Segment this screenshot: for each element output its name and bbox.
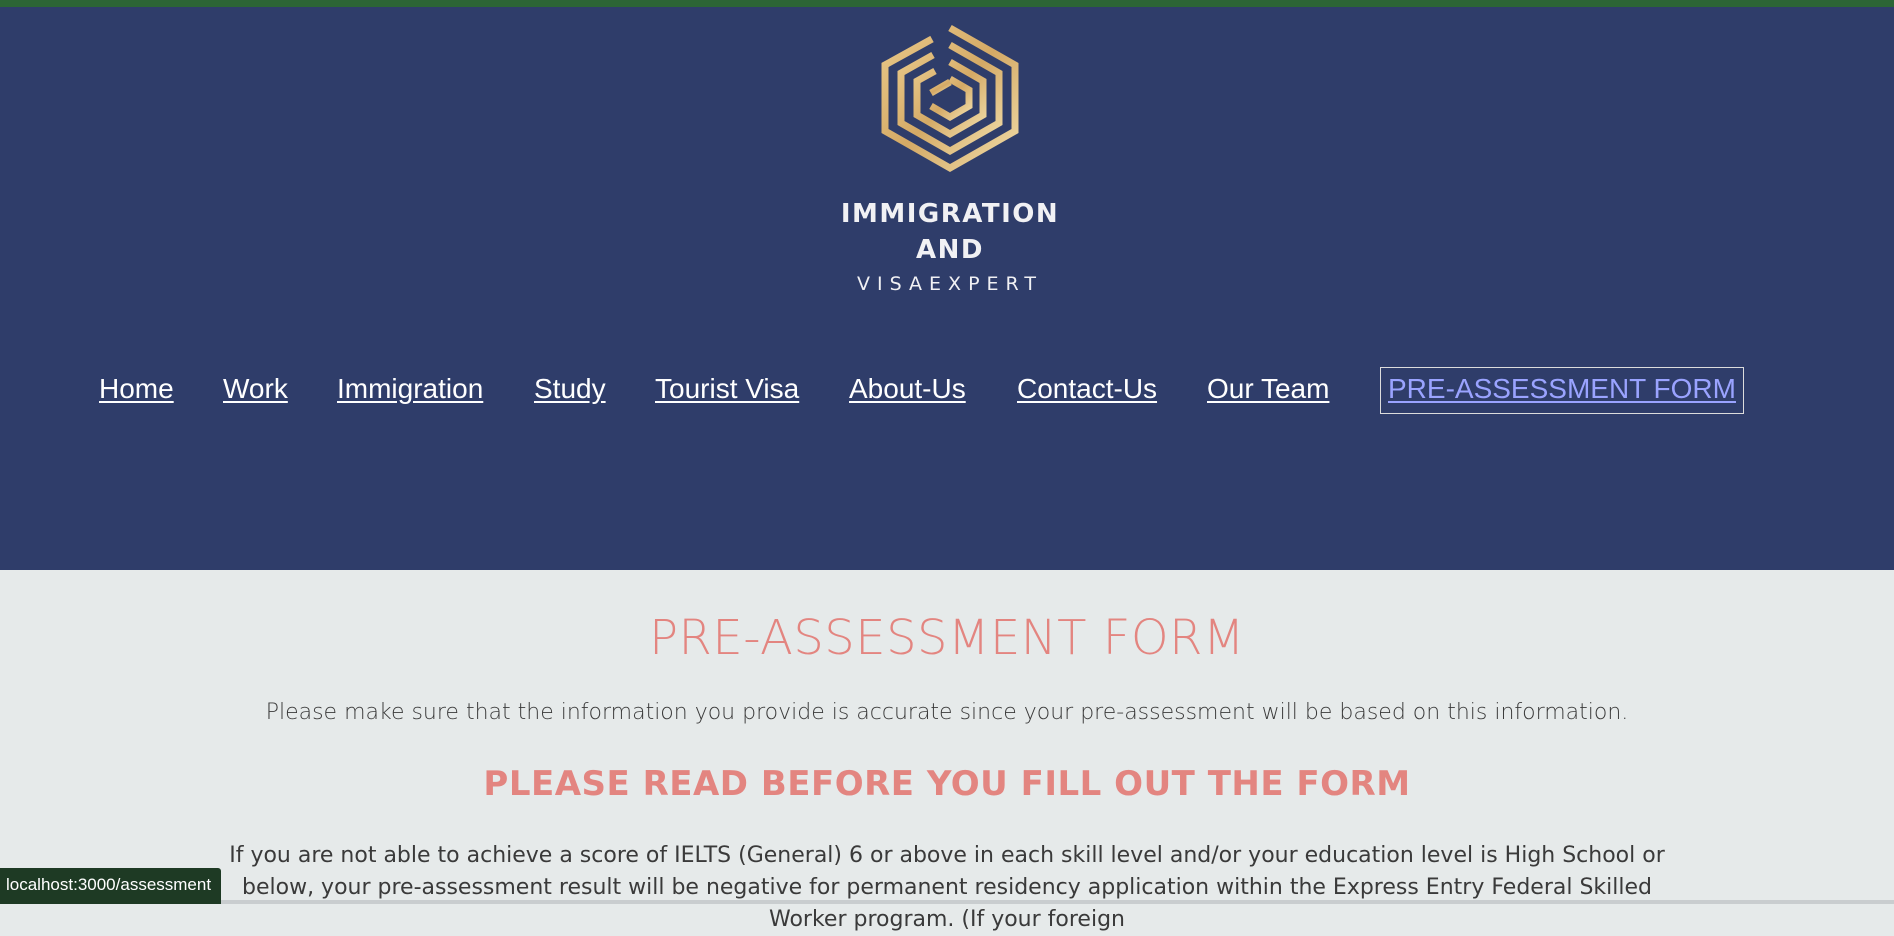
nav-link-about-us[interactable]: About-Us — [849, 373, 966, 405]
intro-text: Please make sure that the information yo… — [265, 700, 1629, 725]
brand-name-line2: AND — [916, 235, 984, 265]
site-header: IMMIGRATION AND VISAEXPERT Home Work Imm… — [0, 7, 1894, 570]
main-nav: Home Work Immigration Study Tourist Visa… — [0, 367, 1894, 417]
browser-top-border — [0, 0, 1894, 7]
brand-name-line1: IMMIGRATION — [840, 199, 1060, 229]
nav-link-contact-us[interactable]: Contact-Us — [1017, 373, 1157, 405]
nav-link-home[interactable]: Home — [99, 373, 174, 405]
horizontal-scrollbar[interactable] — [0, 900, 1894, 904]
link-preview-status: localhost:3000/assessment — [0, 868, 222, 904]
notice-text: If you are not able to achieve a score o… — [229, 843, 1665, 932]
nav-link-study[interactable]: Study — [534, 373, 606, 405]
nav-link-work[interactable]: Work — [223, 373, 288, 405]
page-title: PRE-ASSESSMENT FORM — [649, 610, 1245, 666]
geometric-hexagon-logo-icon — [881, 24, 1019, 173]
nav-link-pre-assessment-form[interactable]: PRE-ASSESSMENT FORM — [1380, 367, 1744, 414]
nav-link-our-team[interactable]: Our Team — [1207, 373, 1329, 405]
nav-link-tourist-visa[interactable]: Tourist Visa — [655, 373, 799, 405]
nav-link-immigration[interactable]: Immigration — [337, 373, 483, 405]
section-heading: PLEASE READ BEFORE YOU FILL OUT THE FORM — [483, 764, 1411, 804]
brand-name-line3: VISAEXPERT — [857, 273, 1043, 295]
site-logo[interactable]: IMMIGRATION AND VISAEXPERT — [820, 23, 1080, 303]
main-content: PRE-ASSESSMENT FORM Please make sure tha… — [0, 570, 1894, 932]
